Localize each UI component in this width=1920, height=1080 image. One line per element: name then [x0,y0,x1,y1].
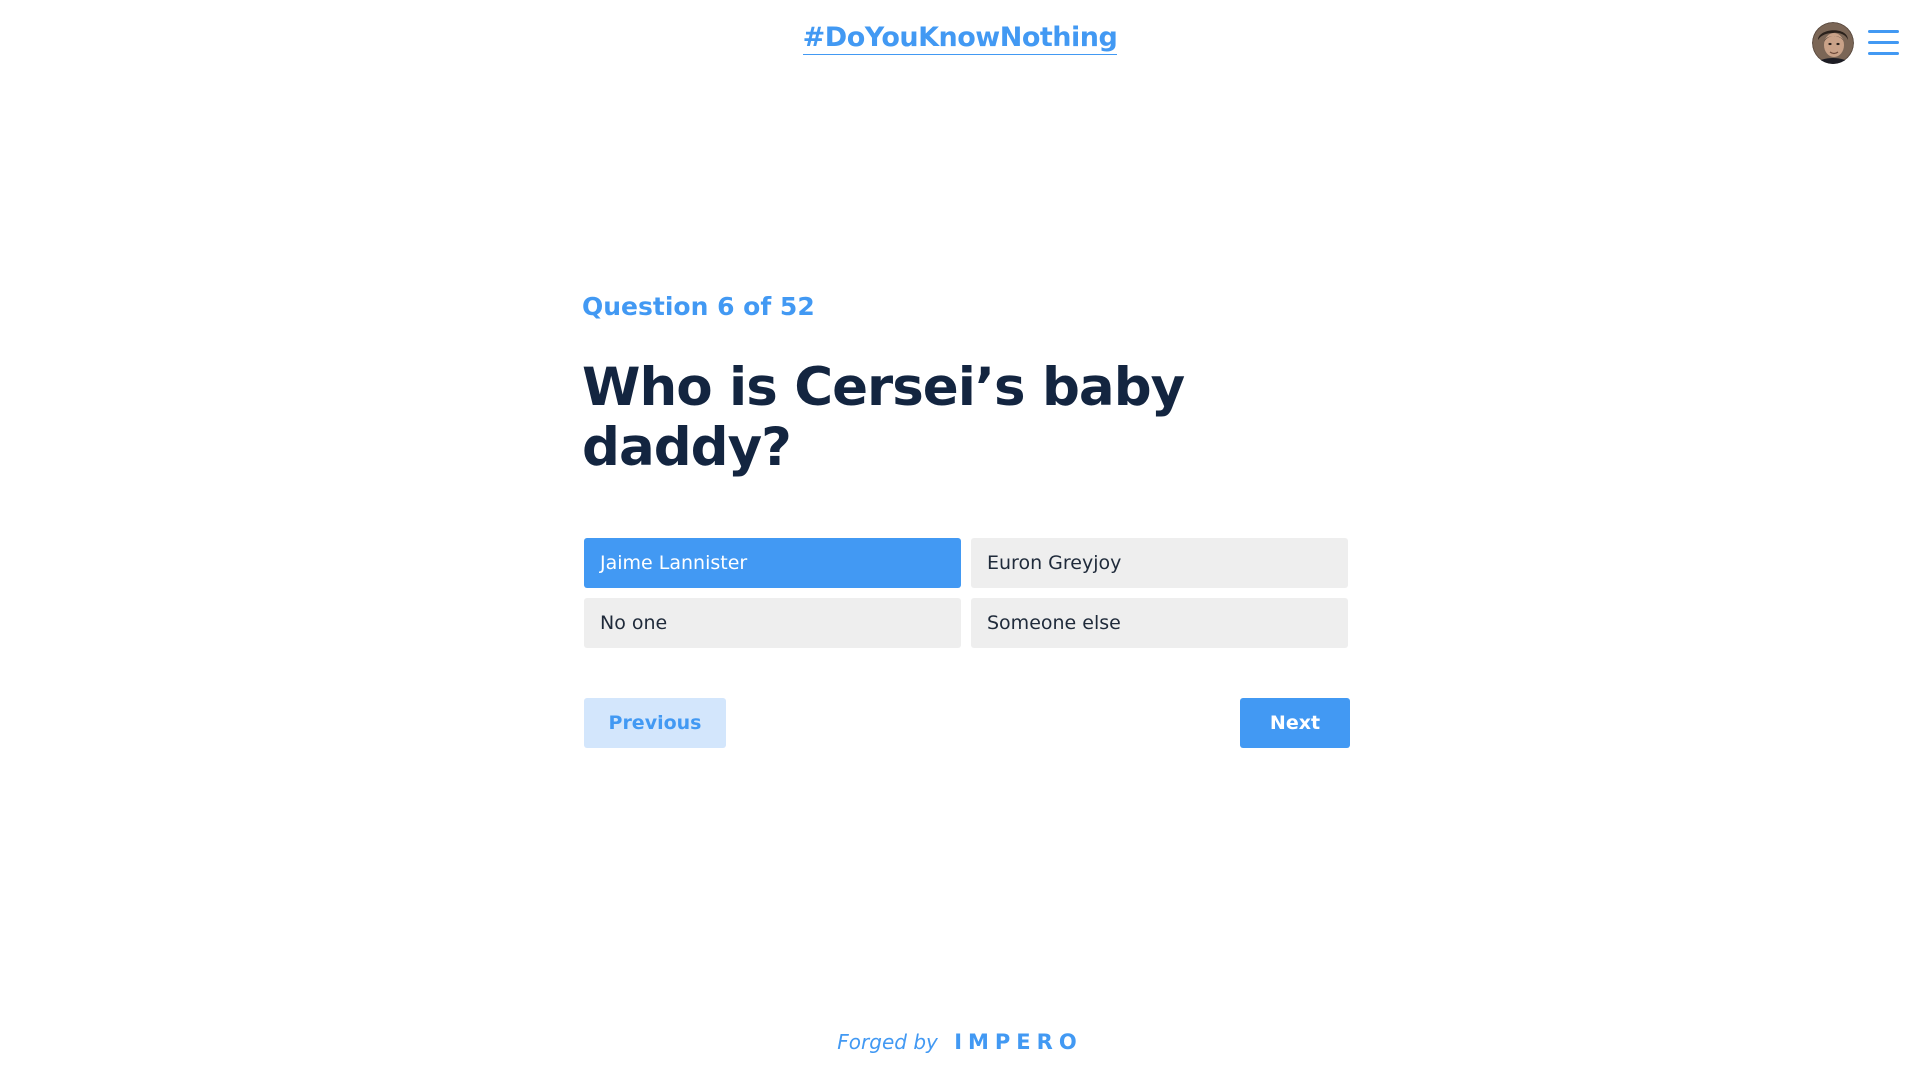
question-progress: Question 6 of 52 [582,292,815,321]
brand-hashtag-link: #DoYouKnowNothing [0,22,1920,55]
answer-option-2[interactable]: Euron Greyjoy [971,538,1348,588]
menu-bar-bottom [1868,52,1899,55]
answer-option-4[interactable]: Someone else [971,598,1348,648]
previous-button[interactable]: Previous [584,698,726,748]
forged-by-text: Forged by [837,1030,938,1054]
hamburger-menu-icon[interactable] [1868,28,1900,58]
answer-option-1[interactable]: Jaime Lannister [584,538,961,588]
footer-credit: Forged by IMPERO [0,1030,1920,1054]
user-avatar[interactable] [1812,22,1854,64]
answer-option-3[interactable]: No one [584,598,961,648]
brand-hashtag-text[interactable]: #DoYouKnowNothing [802,22,1118,55]
avatar-icon [1812,22,1854,64]
impero-logo-link[interactable]: IMPERO [954,1030,1082,1054]
quiz-panel: Question 6 of 52 Who is Cersei’s baby da… [582,292,1350,748]
next-button[interactable]: Next [1240,698,1350,748]
question-title: Who is Cersei’s baby daddy? [582,357,1185,478]
quiz-page: #DoYouKnowNothing Question 6 of 52 Who i… [0,0,1920,1080]
menu-bar-middle [1868,41,1899,44]
menu-bar-top [1868,30,1899,33]
answer-options: Jaime Lannister Euron Greyjoy No one Som… [584,538,1350,648]
